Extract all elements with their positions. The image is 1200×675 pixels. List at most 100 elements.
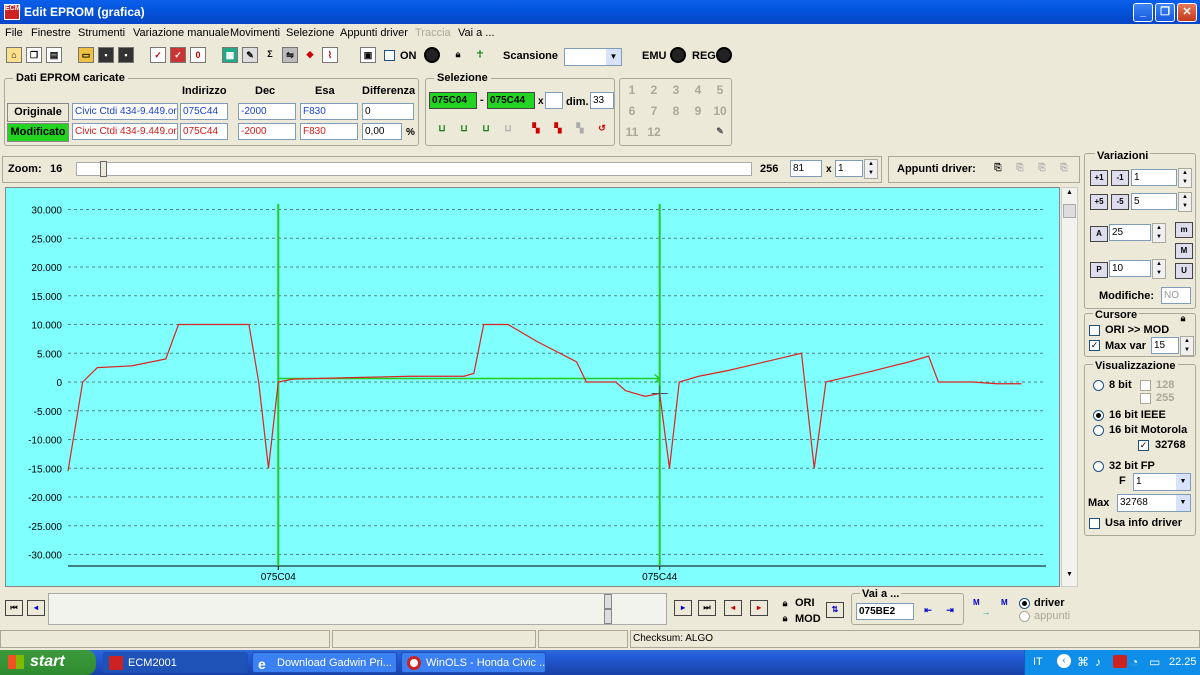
driver-radio[interactable] bbox=[1019, 598, 1030, 609]
sigma-icon[interactable]: Σ bbox=[262, 47, 278, 63]
minus-one-icon[interactable]: -1 bbox=[1111, 170, 1129, 186]
variazione-3-spinner[interactable]: ▲ ▼ bbox=[1152, 223, 1166, 243]
copy-block-icon[interactable]: ▚ bbox=[528, 121, 544, 137]
select-right-icon[interactable]: ⊔ bbox=[478, 121, 494, 137]
map-icon[interactable]: ◆ bbox=[302, 47, 318, 63]
max-var-checkbox[interactable]: ✓ bbox=[1089, 340, 1100, 351]
originale-indirizzo-field[interactable]: 075C44 bbox=[180, 103, 228, 120]
selezione-end-field[interactable]: 075C44 bbox=[487, 92, 535, 109]
antivirus-icon[interactable] bbox=[1113, 655, 1127, 668]
menu-file[interactable]: File bbox=[5, 27, 23, 39]
home-icon[interactable]: ⌂ bbox=[6, 47, 22, 63]
close-button[interactable]: ✕ bbox=[1177, 3, 1197, 22]
undo-icon[interactable]: ↺ bbox=[594, 121, 610, 137]
plus-five-icon[interactable]: +5 bbox=[1090, 194, 1108, 210]
save-icon[interactable]: ▪ bbox=[98, 47, 114, 63]
menu-variazione-manuale[interactable]: Variazione manuale bbox=[133, 27, 229, 39]
modificato-button[interactable]: Modificato bbox=[7, 123, 69, 142]
menu-vai-a[interactable]: Vai a ... bbox=[458, 27, 494, 39]
originale-esa-field[interactable]: F830 bbox=[300, 103, 358, 120]
horizontal-scrollbars[interactable] bbox=[48, 593, 667, 625]
variazione-1-field[interactable]: 1 bbox=[1131, 169, 1177, 186]
menu-strumenti[interactable]: Strumenti bbox=[78, 27, 125, 39]
zoom-mult-field[interactable]: 1 bbox=[835, 160, 863, 177]
zoom-slider[interactable] bbox=[76, 161, 752, 177]
variazione-4-spinner[interactable]: ▲ ▼ bbox=[1152, 259, 1166, 279]
next-icon[interactable]: ▸ bbox=[674, 600, 692, 616]
zoom-mult-spinner[interactable]: ▲ ▼ bbox=[864, 159, 878, 179]
modificato-esa-field[interactable]: F830 bbox=[300, 123, 358, 140]
start-button[interactable]: start bbox=[0, 650, 96, 675]
vai-a-field[interactable]: 075BE2 bbox=[856, 603, 914, 620]
scroll-down-icon[interactable]: ▼ bbox=[1063, 571, 1076, 585]
vertical-scrollbar[interactable]: ▲ ▼ bbox=[1061, 187, 1078, 587]
16bit-motorola-radio[interactable] bbox=[1093, 425, 1104, 436]
minus-five-icon[interactable]: -5 bbox=[1111, 194, 1129, 210]
prev-marker-icon[interactable]: ◂ bbox=[724, 600, 742, 616]
modificato-file-field[interactable]: Civic Ctdi 434-9.449.or bbox=[72, 123, 178, 140]
a-icon[interactable]: A bbox=[1090, 226, 1108, 242]
minimize-button[interactable]: _ bbox=[1133, 3, 1153, 22]
edit-icon[interactable]: ✎ bbox=[242, 47, 258, 63]
reg-led-icon[interactable] bbox=[716, 47, 732, 63]
copy-icon[interactable]: ❐ bbox=[26, 47, 42, 63]
calculator-icon[interactable]: ▦ bbox=[222, 47, 238, 63]
clipboard-icon[interactable]: ⎘ bbox=[990, 160, 1006, 176]
max-var-field[interactable]: 15 bbox=[1151, 337, 1179, 354]
plus-one-icon[interactable]: +1 bbox=[1090, 170, 1108, 186]
scroll-up-icon[interactable]: ▲ bbox=[1063, 189, 1076, 203]
next-marker-icon[interactable]: ▸ bbox=[750, 600, 768, 616]
zero-icon[interactable]: 0 bbox=[190, 47, 206, 63]
32768-checkbox[interactable]: ✓ bbox=[1138, 440, 1149, 451]
tray-expand-icon[interactable]: ‹ bbox=[1057, 654, 1071, 668]
selezione-x-field[interactable] bbox=[545, 92, 563, 109]
ori-lock-icon[interactable]: 🔒︎ bbox=[777, 596, 793, 612]
first-icon[interactable]: ⏮ bbox=[5, 600, 23, 616]
menu-finestre[interactable]: Finestre bbox=[31, 27, 71, 39]
on-led-icon[interactable] bbox=[424, 47, 440, 63]
selezione-start-field[interactable]: 075C04 bbox=[429, 92, 477, 109]
last-icon[interactable]: ⏭ bbox=[698, 600, 716, 616]
select-left-icon[interactable]: ⊔ bbox=[434, 121, 450, 137]
lock-icon[interactable]: 🔒︎ bbox=[450, 47, 466, 63]
chart-area[interactable]: 30.000 25.000 20.000 15.000 10.000 5.000 0 -5.0… bbox=[5, 187, 1060, 587]
maximize-button[interactable]: ❐ bbox=[1155, 3, 1175, 22]
menu-selezione[interactable]: Selezione bbox=[286, 27, 334, 39]
compare-icon[interactable]: ⇋ bbox=[282, 47, 298, 63]
modificato-diff-field[interactable]: 0,00 bbox=[362, 123, 402, 140]
scansione-select[interactable]: ▼ bbox=[564, 48, 622, 66]
paste-block-icon[interactable]: ▚ bbox=[550, 121, 566, 137]
scroll-thumb-top[interactable] bbox=[604, 594, 612, 609]
goto-ori-icon[interactable]: ⇤ bbox=[920, 603, 936, 619]
goto-mod-icon[interactable]: ⇥ bbox=[942, 603, 958, 619]
originale-diff-field[interactable]: 0 bbox=[362, 103, 414, 120]
M-button[interactable]: M bbox=[1175, 243, 1193, 259]
8bit-radio[interactable] bbox=[1093, 380, 1104, 391]
p-icon[interactable]: P bbox=[1090, 262, 1108, 278]
dim-field[interactable]: 33 bbox=[590, 92, 614, 109]
display-icon[interactable]: ▭ bbox=[1149, 655, 1160, 669]
max-var-spinner[interactable]: ▲ ▼ bbox=[1180, 336, 1194, 356]
task-ecm2001[interactable]: ECM2001 bbox=[103, 652, 248, 673]
save-as-icon[interactable]: ▪ bbox=[118, 47, 134, 63]
run-icon[interactable]: ☥ bbox=[472, 47, 488, 63]
modificato-dec-field[interactable]: -2000 bbox=[238, 123, 296, 140]
prev-icon[interactable]: ◂ bbox=[27, 600, 45, 616]
select-mid-icon[interactable]: ⊔ bbox=[456, 121, 472, 137]
ori-mod-checkbox[interactable] bbox=[1089, 325, 1100, 336]
on-checkbox[interactable] bbox=[384, 50, 395, 61]
checksum-icon[interactable]: ✓ bbox=[170, 47, 186, 63]
16bit-ieee-radio[interactable] bbox=[1093, 410, 1104, 421]
line-chart[interactable]: 30.000 25.000 20.000 15.000 10.000 5.000 0 -5.0… bbox=[6, 188, 1061, 588]
cursore-lock-icon[interactable]: 🔒︎ bbox=[1175, 311, 1191, 327]
originale-file-field[interactable]: Civic Ctdi 434-9.449.or bbox=[72, 103, 178, 120]
variazione-2-field[interactable]: 5 bbox=[1131, 193, 1177, 210]
check-icon[interactable]: ✓ bbox=[150, 47, 166, 63]
open-folder-icon[interactable]: ▭ bbox=[78, 47, 94, 63]
mod-label[interactable]: MOD bbox=[795, 613, 821, 625]
scroll-thumb-bottom[interactable] bbox=[604, 609, 612, 624]
window-icon[interactable]: ▤ bbox=[46, 47, 62, 63]
task-download[interactable]: e Download Gadwin Pri... bbox=[252, 652, 397, 673]
graph-icon[interactable]: ⌇ bbox=[322, 47, 338, 63]
originale-button[interactable]: Originale bbox=[7, 103, 69, 122]
